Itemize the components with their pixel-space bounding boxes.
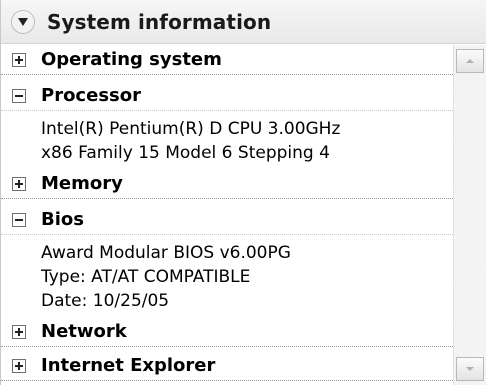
section-label: Operating system [41,49,222,70]
system-info-tree: Operating system Processor Intel(R) Pent… [1,45,453,385]
scroll-up-arrow-icon[interactable] [456,49,484,73]
chevron-down-icon[interactable] [11,9,35,34]
section-label: Processor [41,85,141,106]
expand-plus-icon[interactable] [12,358,26,373]
section-memory[interactable]: Memory [1,169,453,199]
system-information-panel: System information Operating system Proc… [0,0,486,385]
section-label: Memory [41,173,123,194]
scroll-down-arrow-icon[interactable] [456,357,484,381]
collapse-minus-icon[interactable] [12,88,26,103]
section-label: Internet Explorer [41,355,216,376]
expand-plus-icon[interactable] [12,176,26,191]
section-label: Network [41,321,127,342]
section-bios[interactable]: Bios [1,205,453,235]
panel-title: System information [47,9,272,34]
processor-detail-line: Intel(R) Pentium(R) D CPU 3.00GHz [41,119,341,139]
section-operating-system[interactable]: Operating system [1,45,453,75]
system-information-header[interactable]: System information [1,0,486,44]
section-internet-explorer[interactable]: Internet Explorer [1,351,453,381]
section-network[interactable]: Network [1,317,453,347]
bios-detail-line: Date: 10/25/05 [41,291,170,311]
section-label: Bios [41,209,84,230]
collapse-minus-icon[interactable] [12,212,26,227]
expand-plus-icon[interactable] [12,52,26,67]
bios-detail-line: Type: AT/AT COMPATIBLE [41,267,251,287]
bios-detail-line: Award Modular BIOS v6.00PG [41,243,291,263]
section-processor[interactable]: Processor [1,81,453,111]
expand-plus-icon[interactable] [12,324,26,339]
processor-detail-line: x86 Family 15 Model 6 Stepping 4 [41,143,330,163]
vertical-scrollbar[interactable] [453,45,486,385]
